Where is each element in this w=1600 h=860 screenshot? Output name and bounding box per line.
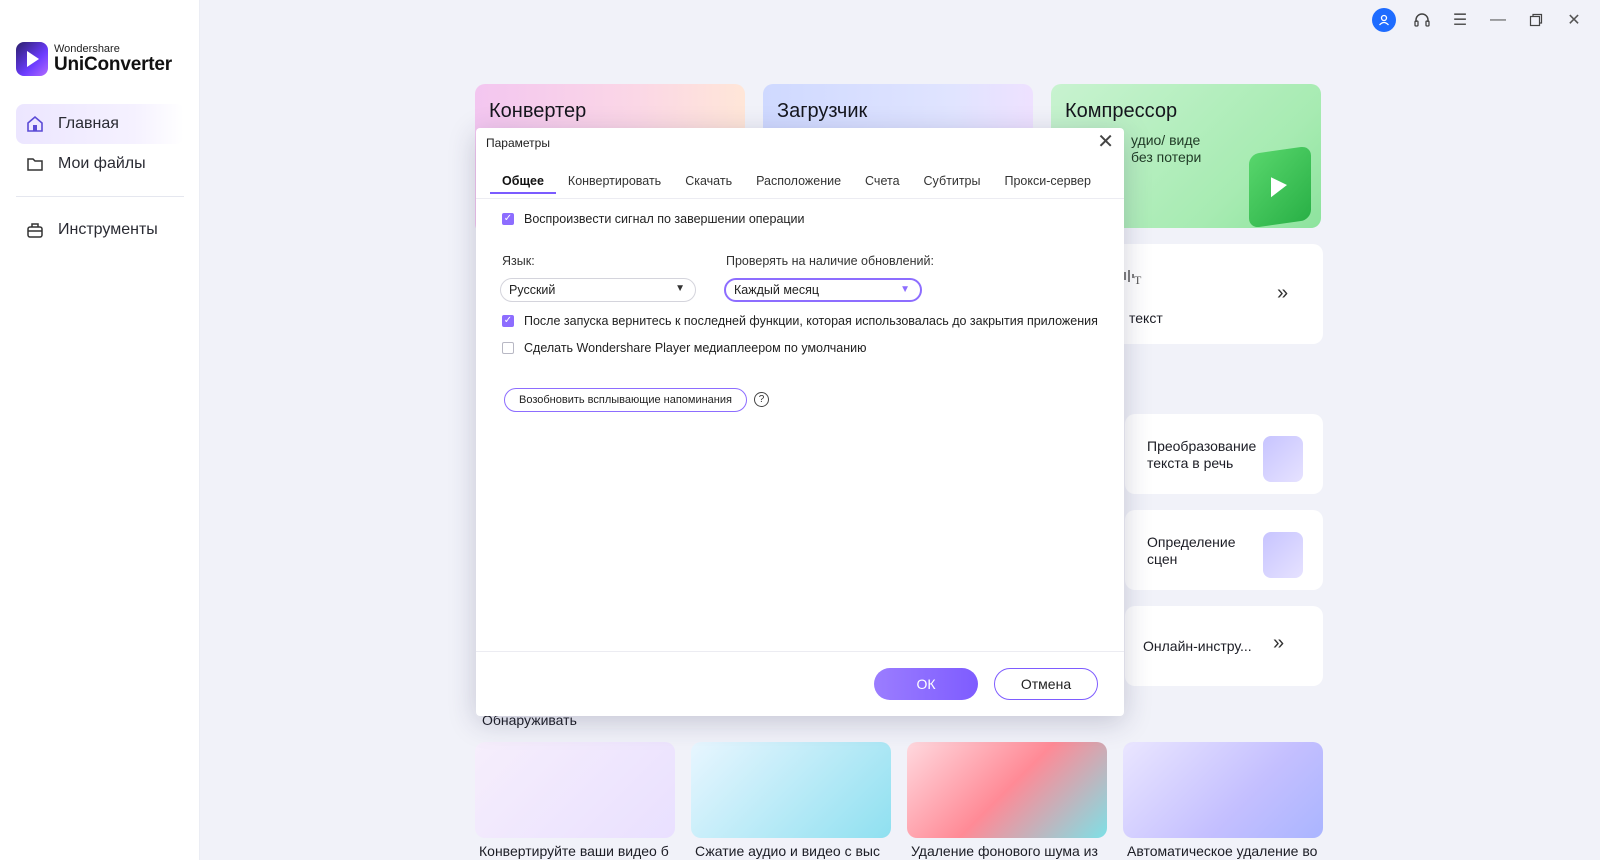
tab-accounts[interactable]: Счета [853,174,911,194]
tts-icon [1263,436,1303,482]
tab-location[interactable]: Расположение [744,174,853,194]
play-sound-label: Воспроизвести сигнал по завершении опера… [524,212,805,226]
sidebar-item-label: Мои файлы [58,155,146,172]
compressor-subtitle-1: удио/ виде [1131,132,1201,148]
chevron-down-icon: ▼ [900,284,910,295]
compressor-illustration [1249,145,1311,228]
sidebar: Wondershare UniConverter Главная Мои фай… [0,0,200,860]
uniconverter-logo-icon [16,42,48,76]
restore-icon[interactable] [1524,8,1548,32]
scene-icon [1263,532,1303,578]
toolbox-icon [26,221,44,239]
headset-icon[interactable] [1410,8,1434,32]
language-label: Язык: [502,254,535,268]
brand-name-text: UniConverter [54,54,172,75]
dialog-close-icon[interactable]: ✕ [1097,132,1114,152]
sidebar-item-label: Главная [58,115,119,132]
ok-button[interactable]: ОК [874,668,978,700]
minimize-icon[interactable]: — [1486,8,1510,32]
discover-caption-1: Конвертируйте ваши видео б [479,843,669,859]
default-player-checkbox[interactable] [502,342,514,354]
tab-general[interactable]: Общее [490,174,556,194]
speech-text-label: текст [1129,310,1163,326]
tab-convert[interactable]: Конвертировать [556,174,673,194]
svg-text:T: T [1134,273,1142,287]
default-player-label: Сделать Wondershare Player медиаплеером … [524,341,867,355]
converter-title: Конвертер [489,100,587,122]
language-select[interactable]: Русский ▼ [500,278,696,302]
footer-divider [476,651,1124,652]
tts-label: Преобразование текста в речь [1147,438,1257,471]
sidebar-divider [16,196,184,197]
tab-download[interactable]: Скачать [673,174,744,194]
scene-detection-card[interactable]: Определение сцен [1125,510,1323,590]
window-controls: ☰ — ✕ [1372,8,1586,32]
sidebar-item-label: Инструменты [58,221,158,238]
settings-dialog: Параметры ✕ Общее Конвертировать Скачать… [476,128,1124,716]
updates-select[interactable]: Каждый месяц ▼ [724,278,922,302]
sidebar-item-my-files[interactable]: Мои файлы [16,144,184,184]
discover-thumb-3[interactable] [907,742,1107,838]
return-last-option[interactable]: После запуска вернитесь к последней функ… [502,314,1098,328]
close-icon[interactable]: ✕ [1562,8,1586,32]
return-last-checkbox[interactable] [502,315,514,327]
sidebar-item-home[interactable]: Главная [16,104,184,144]
chevron-right-icon[interactable]: » [1273,632,1284,655]
online-label: Онлайн-инстру... [1143,638,1252,654]
menu-icon[interactable]: ☰ [1448,8,1472,32]
dialog-title: Параметры [486,136,550,150]
speech-text-icon: T [1121,264,1145,293]
folder-icon [26,155,44,173]
discover-caption-2: Сжатие аудио и видео с выс [695,843,880,859]
tabs-divider [476,198,1124,199]
cancel-button[interactable]: Отмена [994,668,1098,700]
compressor-title: Компрессор [1065,100,1178,122]
updates-label: Проверять на наличие обновлений: [726,254,934,268]
app-logo: Wondershare UniConverter [16,42,172,76]
default-player-option[interactable]: Сделать Wondershare Player медиаплеером … [502,341,866,355]
resume-reminders-button[interactable]: Возобновить всплывающие напоминания [504,388,747,412]
play-sound-checkbox[interactable] [502,213,514,225]
discover-thumb-1[interactable] [475,742,675,838]
play-sound-option[interactable]: Воспроизвести сигнал по завершении опера… [502,212,805,226]
discover-caption-4: Автоматическое удаление во [1127,843,1318,859]
home-icon [26,115,44,133]
chevron-right-icon[interactable]: » [1277,282,1288,305]
discover-thumb-4[interactable] [1123,742,1323,838]
tab-proxy[interactable]: Прокси-сервер [992,174,1102,194]
user-avatar-icon[interactable] [1372,8,1396,32]
discover-thumb-2[interactable] [691,742,891,838]
scene-label: Определение сцен [1147,534,1236,567]
chevron-down-icon: ▼ [675,283,685,294]
return-last-label: После запуска вернитесь к последней функ… [524,314,1098,328]
discover-caption-3: Удаление фонового шума из [911,843,1098,859]
online-tools-card[interactable]: Онлайн-инстру... » [1125,606,1323,686]
text-to-speech-card[interactable]: Преобразование текста в речь [1125,414,1323,494]
updates-value: Каждый месяц [734,283,820,297]
tab-subtitles[interactable]: Субтитры [912,174,993,194]
settings-tabs: Общее Конвертировать Скачать Расположени… [490,174,1103,194]
language-value: Русский [509,283,556,297]
compressor-subtitle-2: без потери [1131,149,1202,165]
sidebar-item-tools[interactable]: Инструменты [16,210,184,250]
help-icon[interactable]: ? [754,392,769,407]
downloader-title: Загрузчик [777,100,868,122]
